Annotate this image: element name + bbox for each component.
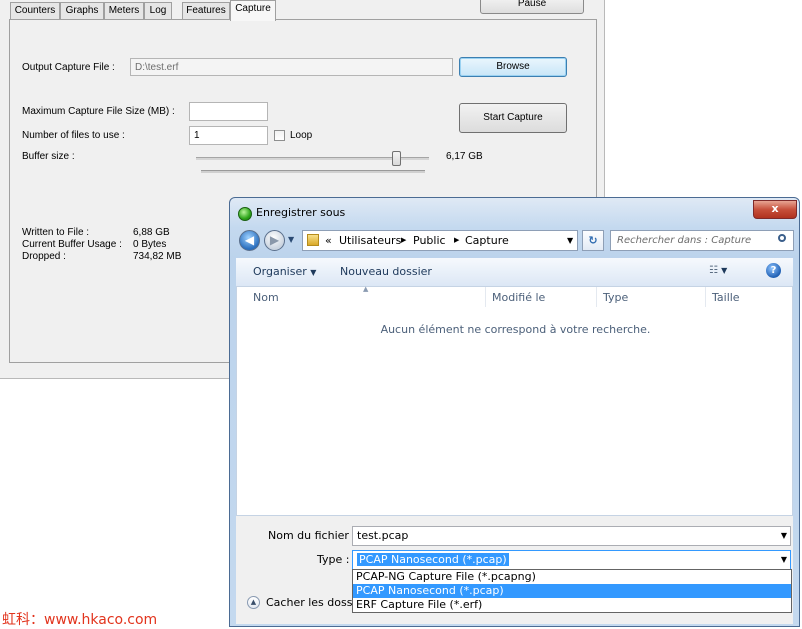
back-icon[interactable]: ◀ [239,230,260,251]
organize-label: Organiser [253,265,307,278]
buffer-usage-label: Current Buffer Usage : [22,239,122,250]
column-divider [596,287,597,307]
help-icon[interactable]: ? [766,263,781,278]
search-icon[interactable] [778,234,786,242]
column-name[interactable]: Nom [253,291,279,304]
column-divider [485,287,486,307]
search-input[interactable]: Rechercher dans : Capture [610,230,794,251]
column-modified[interactable]: Modifié le [492,291,545,304]
filename-input[interactable]: test.pcap ▼ [352,526,791,546]
breadcrumb-overflow[interactable]: « [325,231,332,250]
tab-graphs[interactable]: Graphs [60,2,104,19]
loop-label: Loop [290,130,313,141]
new-folder-button[interactable]: Nouveau dossier [340,265,432,278]
type-select[interactable]: PCAP Nanosecond (*.pcap) ▼ [352,550,791,570]
column-type[interactable]: Type [603,291,628,304]
files-count-label: Number of files to use : [22,130,125,141]
filename-label: Nom du fichier : [268,529,357,542]
browse-button[interactable]: Browse [459,57,567,77]
hide-folders-toggle[interactable]: Cacher les dossiers [266,596,356,609]
dialog-toolbar: Organiser ▼ Nouveau dossier ☷ ▼ ? [236,258,793,287]
tab-counters[interactable]: Counters [10,2,60,19]
watermark-text: 虹科：www.hkaco.com [2,612,158,628]
max-size-input[interactable] [189,102,268,121]
buffer-usage-bar [201,170,425,173]
view-options-icon[interactable]: ☷ ▼ [709,265,727,276]
organize-menu[interactable]: Organiser ▼ [253,265,316,278]
buffer-slider-thumb[interactable] [391,151,401,166]
output-file-field[interactable]: D:\test.erf [130,58,453,76]
type-option-pcap[interactable]: PCAP Nanosecond (*.pcap) [353,584,791,598]
chevron-down-icon[interactable]: ▼ [781,551,787,569]
type-label: Type : [317,553,350,566]
type-option-pcapng[interactable]: PCAP-NG Capture File (*.pcapng) [353,570,791,584]
file-list[interactable]: Nom ▲ Modifié le Type Taille Aucun éléme… [236,285,793,516]
type-dropdown-list[interactable]: PCAP-NG Capture File (*.pcapng) PCAP Nan… [352,569,792,613]
loop-checkbox[interactable] [274,130,285,141]
written-label: Written to File : [22,227,90,238]
files-count-input[interactable]: 1 [189,126,268,145]
empty-list-message: Aucun élément ne correspond à votre rech… [380,323,651,336]
breadcrumb-separator-icon[interactable]: ▶ [401,231,406,250]
tab-capture[interactable]: Capture [230,0,276,21]
forward-icon[interactable]: ▶ [264,230,285,251]
refresh-icon[interactable]: ↻ [582,230,604,251]
address-bar[interactable]: « Utilisateurs ▶ Public ▶ Capture ▼ [302,230,578,251]
chevron-down-icon[interactable]: ▼ [781,527,787,545]
buffer-usage-value: 0 Bytes [133,239,167,250]
folder-icon [307,234,319,246]
column-size[interactable]: Taille [712,291,740,304]
app-status-icon [238,207,252,221]
buffer-size-value: 6,17 GB [446,151,483,162]
column-divider [705,287,706,307]
tab-meters[interactable]: Meters [104,2,144,19]
sort-ascending-icon: ▲ [363,285,369,293]
tab-log[interactable]: Log [144,2,172,19]
close-button[interactable]: x [753,200,797,219]
tab-features[interactable]: Features [182,2,230,19]
dropped-value: 734,82 MB [133,251,182,262]
dropped-label: Dropped : [22,251,66,262]
breadcrumb-public[interactable]: Public [413,231,446,250]
breadcrumb-capture[interactable]: Capture [465,231,509,250]
pause-button[interactable]: Pause [480,0,584,14]
written-value: 6,88 GB [133,227,170,238]
history-dropdown-icon[interactable]: ▼ [288,235,294,244]
type-selected-value: PCAP Nanosecond (*.pcap) [357,553,509,566]
output-file-label: Output Capture File : [22,62,115,73]
address-dropdown-icon[interactable]: ▼ [567,231,573,250]
max-size-label: Maximum Capture File Size (MB) : [22,106,175,117]
collapse-icon[interactable]: ▲ [247,596,260,609]
type-option-erf[interactable]: ERF Capture File (*.erf) [353,598,791,612]
save-as-dialog: Enregistrer sous x ◀ ▶ ▼ « Utilisateurs … [229,197,800,627]
filename-value: test.pcap [357,529,409,542]
breadcrumb-users[interactable]: Utilisateurs [339,231,401,250]
chevron-down-icon: ▼ [310,268,317,277]
buffer-size-label: Buffer size : [22,151,75,162]
dialog-title: Enregistrer sous [256,206,346,219]
start-capture-button[interactable]: Start Capture [459,103,567,133]
breadcrumb-separator-icon[interactable]: ▶ [454,231,459,250]
